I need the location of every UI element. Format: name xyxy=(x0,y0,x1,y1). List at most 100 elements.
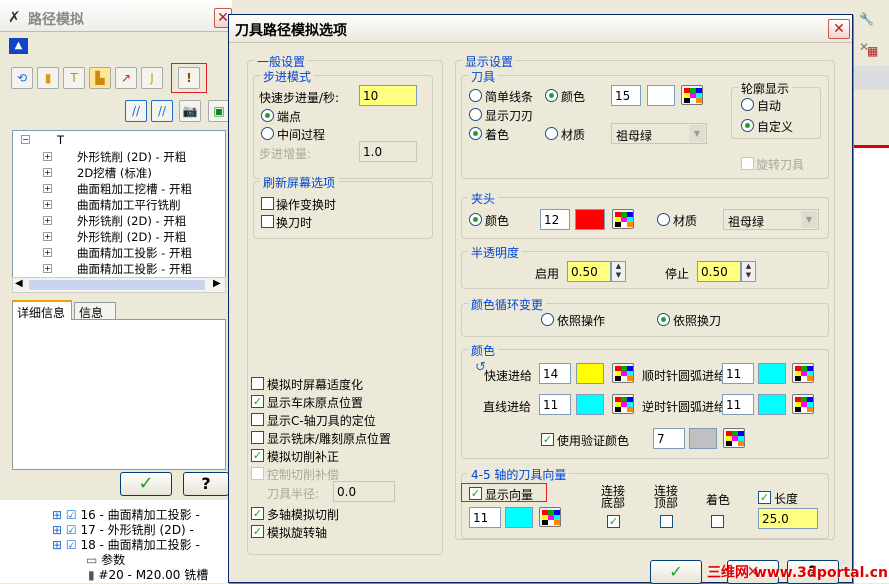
holder-color-input[interactable]: 12 xyxy=(540,209,570,230)
palette-icon[interactable] xyxy=(612,363,634,383)
simple-line-radio[interactable] xyxy=(469,89,482,102)
save-icon[interactable]: ▣ xyxy=(208,100,230,122)
stop-spinner[interactable]: ▲ ▼ xyxy=(741,261,756,282)
rapid-step-input[interactable]: 10 xyxy=(359,85,417,106)
palette-icon[interactable] xyxy=(539,507,561,527)
help-button[interactable]: ? xyxy=(183,472,229,496)
tab-info[interactable]: 信息 xyxy=(74,302,116,320)
palette-icon[interactable] xyxy=(681,85,703,105)
linear-color-input[interactable]: 11 xyxy=(539,394,571,415)
expand-icon[interactable]: + xyxy=(43,168,52,177)
tool-radius-input[interactable]: 0.0 xyxy=(333,481,395,502)
holder-color-radio[interactable] xyxy=(469,213,482,226)
expand-icon[interactable]: + xyxy=(43,184,52,193)
scroll-left-icon[interactable]: ◀ xyxy=(15,278,23,289)
holder-material-radio[interactable] xyxy=(657,213,670,226)
option-checkbox[interactable] xyxy=(251,431,264,444)
vector-color-swatch[interactable] xyxy=(505,507,533,528)
option-checkbox[interactable]: ✓ xyxy=(251,507,264,520)
tool-tip-icon[interactable]: J xyxy=(141,67,163,89)
collapse-up-icon[interactable]: ▲ xyxy=(9,38,28,54)
length-checkbox[interactable]: ✓ xyxy=(758,491,771,504)
tool-color-input[interactable]: 15 xyxy=(611,85,641,106)
palette-icon[interactable] xyxy=(792,394,814,414)
tool-material-select[interactable]: 祖母绿 ▼ xyxy=(611,123,707,144)
option-checkbox[interactable] xyxy=(251,377,264,390)
spin-down-icon[interactable]: ▼ xyxy=(612,271,625,280)
option-checkbox[interactable]: ✓ xyxy=(251,449,264,462)
dialog-close-button[interactable]: ✕ xyxy=(828,19,850,39)
spin-up-icon[interactable]: ▲ xyxy=(742,262,755,271)
rapid-color-swatch[interactable] xyxy=(576,363,604,384)
length-input[interactable]: 25.0 xyxy=(758,508,818,529)
camera-icon[interactable]: 📷 xyxy=(179,100,201,122)
connect-top-checkbox[interactable] xyxy=(660,515,673,528)
ccw-arc-swatch[interactable] xyxy=(758,394,786,415)
expand-icon[interactable]: + xyxy=(43,200,52,209)
holder-icon[interactable]: T xyxy=(63,67,85,89)
holder-material-select[interactable]: 祖母绿 ▼ xyxy=(723,209,819,230)
collapse-icon[interactable]: − xyxy=(21,135,30,144)
option-checkbox[interactable] xyxy=(251,467,264,480)
ok-button[interactable]: ✓ xyxy=(120,472,172,496)
custom-radio[interactable] xyxy=(741,119,754,132)
draw-lines-icon[interactable]: // xyxy=(125,100,147,122)
palette-icon[interactable] xyxy=(612,394,634,414)
step-inc-input[interactable]: 1.0 xyxy=(359,141,417,162)
scroll-thumb[interactable] xyxy=(29,280,205,290)
stop-input[interactable]: 0.50 xyxy=(697,261,741,282)
enable-spinner[interactable]: ▲ ▼ xyxy=(611,261,626,282)
verify-color-input[interactable]: 7 xyxy=(653,428,685,449)
vector-color-input[interactable]: 11 xyxy=(469,507,501,528)
draw-lines-alt-icon[interactable]: // xyxy=(151,100,173,122)
shaded-radio[interactable] xyxy=(469,127,482,140)
tool-material-radio[interactable] xyxy=(545,127,558,140)
cw-arc-input[interactable]: 11 xyxy=(722,363,754,384)
shaded-holder-icon[interactable]: ▙ xyxy=(89,67,111,89)
option-checkbox[interactable]: ✓ xyxy=(251,395,264,408)
palette-icon[interactable] xyxy=(612,209,634,229)
by-tool-radio[interactable] xyxy=(657,313,670,326)
palette-icon[interactable] xyxy=(792,363,814,383)
vector-shade-checkbox[interactable] xyxy=(711,515,724,528)
tool-change-checkbox[interactable] xyxy=(261,215,274,228)
verify-color-swatch[interactable] xyxy=(689,428,717,449)
by-operation-radio[interactable] xyxy=(541,313,554,326)
show-tool-radio[interactable] xyxy=(469,108,482,121)
bottom-tree-row[interactable]: ▮ #20 - M20.00 铣槽 xyxy=(88,566,208,583)
restart-icon[interactable]: ⟲ xyxy=(11,67,33,89)
option-checkbox[interactable] xyxy=(251,413,264,426)
verify-color-checkbox[interactable]: ✓ xyxy=(541,433,554,446)
tool-color-radio[interactable] xyxy=(545,89,558,102)
option-checkbox[interactable]: ✓ xyxy=(251,525,264,538)
connect-bottom-checkbox[interactable]: ✓ xyxy=(607,515,620,528)
palette-icon[interactable] xyxy=(723,428,745,448)
options-icon[interactable]: ! xyxy=(178,67,200,89)
expand-icon[interactable]: + xyxy=(43,264,52,273)
endpoint-radio[interactable] xyxy=(261,109,274,122)
expand-icon[interactable]: + xyxy=(43,152,52,161)
tree-hscroll[interactable]: ◀ ▶ xyxy=(12,277,226,293)
expand-icon[interactable]: + xyxy=(43,232,52,241)
rapid-color-input[interactable]: 14 xyxy=(539,363,571,384)
tool-color-swatch[interactable] xyxy=(647,85,675,106)
tool-icon[interactable]: ▮ xyxy=(37,67,59,89)
tab-details[interactable]: 详细信息 xyxy=(12,300,72,320)
intermediate-radio[interactable] xyxy=(261,127,274,140)
auto-radio[interactable] xyxy=(741,98,754,111)
scroll-right-icon[interactable]: ▶ xyxy=(213,278,221,289)
bottom-tree-row[interactable]: ⊞ ☑ 18 - 曲面精加工投影 - xyxy=(52,536,200,553)
linear-color-swatch[interactable] xyxy=(576,394,604,415)
op-change-checkbox[interactable] xyxy=(261,197,274,210)
holder-color-swatch[interactable] xyxy=(575,209,605,230)
rotate-tool-checkbox[interactable] xyxy=(741,157,754,170)
ccw-arc-input[interactable]: 11 xyxy=(722,394,754,415)
spin-down-icon[interactable]: ▼ xyxy=(742,271,755,280)
cw-arc-swatch[interactable] xyxy=(758,363,786,384)
spin-up-icon[interactable]: ▲ xyxy=(612,262,625,271)
show-vector-checkbox[interactable]: ✓ xyxy=(469,487,482,500)
expand-icon[interactable]: + xyxy=(43,216,52,225)
path-icon[interactable]: ↗ xyxy=(115,67,137,89)
expand-icon[interactable]: + xyxy=(43,248,52,257)
enable-input[interactable]: 0.50 xyxy=(567,261,611,282)
